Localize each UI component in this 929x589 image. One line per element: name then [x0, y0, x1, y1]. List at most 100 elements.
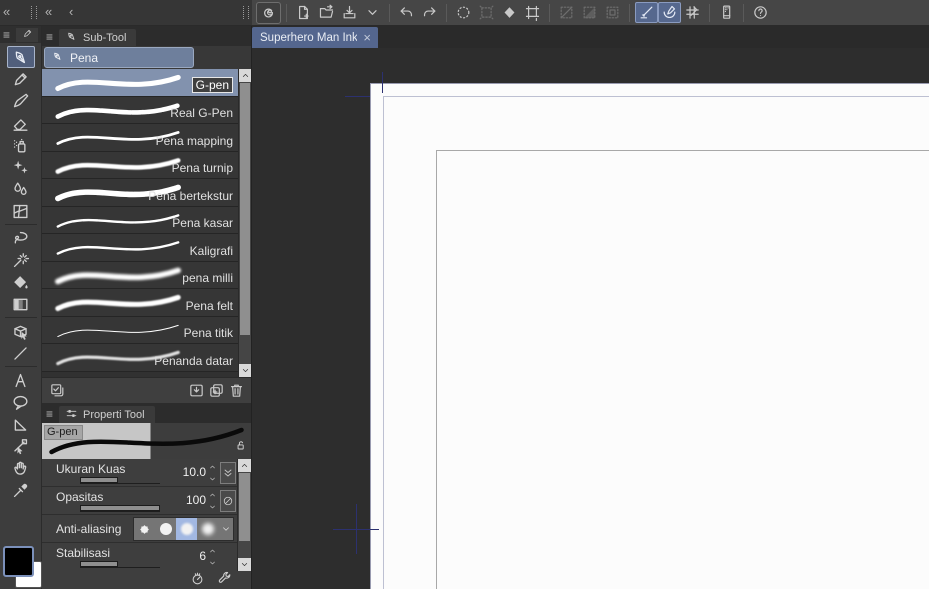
opacity-value[interactable]: 100 — [186, 493, 206, 507]
canvas-frame-button[interactable] — [521, 2, 544, 23]
scroll-track[interactable] — [239, 336, 251, 364]
scroll-down-button[interactable] — [238, 558, 251, 571]
save-file-button[interactable] — [338, 2, 361, 23]
new-file-button[interactable] — [292, 2, 315, 23]
scroll-thumb[interactable] — [239, 473, 250, 541]
tool-frame-border[interactable] — [7, 200, 35, 222]
tool-fill-bucket[interactable] — [7, 271, 35, 293]
snap-to-ruler-button[interactable] — [635, 2, 658, 23]
tool-selection[interactable] — [7, 227, 35, 249]
subtool-item[interactable]: pena milli — [42, 262, 238, 290]
subtool-scrollbar[interactable] — [238, 69, 251, 377]
brush-size-slider[interactable] — [80, 477, 160, 484]
opacity-dynamics-button[interactable] — [220, 490, 236, 512]
tool-text[interactable] — [7, 369, 35, 391]
subtool-item[interactable]: G-pen — [42, 69, 238, 97]
brush-size-spinner[interactable] — [207, 463, 218, 483]
tool-balloon[interactable] — [7, 391, 35, 413]
subtool-item[interactable]: Real G-Pen — [42, 97, 238, 125]
snap-to-grid-button[interactable] — [681, 2, 704, 23]
tool-blend[interactable] — [7, 178, 35, 200]
scroll-down-button[interactable] — [239, 364, 251, 377]
tool-pencil[interactable] — [7, 68, 35, 90]
invert-selection-button[interactable] — [475, 2, 498, 23]
document-tab[interactable]: Superhero Man Inking × — [252, 27, 378, 48]
opacity-spinner[interactable] — [207, 491, 218, 511]
opacity-slider[interactable] — [80, 505, 160, 512]
tool-airbrush[interactable] — [7, 134, 35, 156]
scroll-thumb[interactable] — [240, 83, 250, 335]
collapse-palette-2-icon[interactable]: « — [45, 3, 52, 21]
anti-aliasing-middle-button[interactable] — [176, 518, 197, 540]
tool-pen[interactable] — [7, 46, 35, 68]
tool-gradient[interactable] — [7, 293, 35, 315]
tool-operation[interactable] — [7, 320, 35, 342]
subtool-item[interactable]: Pena felt — [42, 289, 238, 317]
fill-button[interactable] — [498, 2, 521, 23]
deselect-button[interactable] — [452, 2, 475, 23]
help-button[interactable] — [749, 2, 772, 23]
subtool-item[interactable]: Pena kasar — [42, 207, 238, 235]
subtool-menu-icon[interactable]: ≡ — [46, 31, 53, 43]
foreground-color-swatch[interactable] — [3, 546, 34, 577]
import-subtool-icon[interactable] — [186, 381, 206, 401]
stabilization-spinner[interactable] — [207, 547, 218, 567]
anti-aliasing-none-button[interactable] — [134, 518, 155, 540]
unlock-icon[interactable] — [234, 439, 247, 457]
scroll-up-button[interactable] — [239, 69, 251, 82]
tool-eyedropper[interactable] — [7, 479, 35, 501]
pen-group-button[interactable]: Pena — [44, 47, 194, 68]
anti-aliasing-strong-button[interactable] — [197, 518, 218, 540]
detail-settings-icon[interactable] — [214, 568, 234, 588]
multi-check-icon[interactable] — [47, 381, 67, 401]
subtool-tab[interactable]: Sub-Tool — [59, 29, 136, 46]
canvas-page[interactable] — [370, 83, 929, 589]
subtool-item[interactable]: Pena titik — [42, 317, 238, 345]
subtool-item[interactable]: Pena mapping — [42, 124, 238, 152]
tool-decoration[interactable] — [7, 156, 35, 178]
tool-palette-menu-icon[interactable]: ≡ — [3, 29, 10, 41]
tool-palette-tab[interactable] — [16, 28, 38, 42]
selection-rect-button[interactable] — [601, 2, 624, 23]
stabilization-slider[interactable] — [80, 561, 160, 568]
reset-settings-icon[interactable] — [187, 568, 207, 588]
snap-to-special-ruler-button[interactable] — [658, 2, 681, 23]
tool-auto-select[interactable] — [7, 249, 35, 271]
palette-grip-handle[interactable] — [31, 6, 37, 19]
tool-hand[interactable] — [7, 457, 35, 479]
back-arrow-icon[interactable]: ‹ — [69, 3, 73, 21]
redo-button[interactable] — [418, 2, 441, 23]
tool-property-tab[interactable]: Properti Tool — [59, 406, 155, 423]
scroll-track[interactable] — [238, 542, 251, 558]
palette-grip-handle-right[interactable] — [243, 6, 249, 19]
tool-property-scrollbar[interactable] — [237, 459, 251, 571]
subtool-item[interactable]: Kaligrafi — [42, 234, 238, 262]
close-tab-icon[interactable]: × — [363, 31, 371, 44]
collapse-palette-icon[interactable]: « — [3, 3, 10, 21]
duplicate-subtool-icon[interactable] — [206, 381, 226, 401]
tool-figure-line[interactable] — [7, 342, 35, 364]
subtool-item[interactable]: Pena bertekstur — [42, 179, 238, 207]
tool-eraser[interactable] — [7, 112, 35, 134]
stabilization-value[interactable]: 6 — [199, 549, 206, 563]
companion-mode-button[interactable] — [715, 2, 738, 23]
subtool-item[interactable]: Penanda datar — [42, 344, 238, 372]
undo-button[interactable] — [395, 2, 418, 23]
scroll-up-button[interactable] — [238, 459, 251, 472]
delete-subtool-icon[interactable] — [226, 381, 246, 401]
open-file-button[interactable] — [315, 2, 338, 23]
brush-size-value[interactable]: 10.0 — [183, 465, 206, 479]
chevron-down-icon[interactable] — [218, 518, 233, 540]
tool-brush[interactable] — [7, 90, 35, 112]
brush-size-dynamics-button[interactable] — [220, 462, 236, 484]
selection-area-button[interactable] — [578, 2, 601, 23]
selection-line-button[interactable] — [555, 2, 578, 23]
tool-correct-line[interactable] — [7, 435, 35, 457]
tool-property-menu-icon[interactable]: ≡ — [46, 408, 53, 420]
save-options-dropdown-button[interactable] — [361, 2, 384, 23]
subtool-item[interactable]: Pena turnip — [42, 152, 238, 180]
canvas-area[interactable] — [252, 48, 929, 589]
anti-aliasing-weak-button[interactable] — [155, 518, 176, 540]
clip-studio-logo-button[interactable] — [256, 2, 281, 24]
tool-ruler[interactable] — [7, 413, 35, 435]
